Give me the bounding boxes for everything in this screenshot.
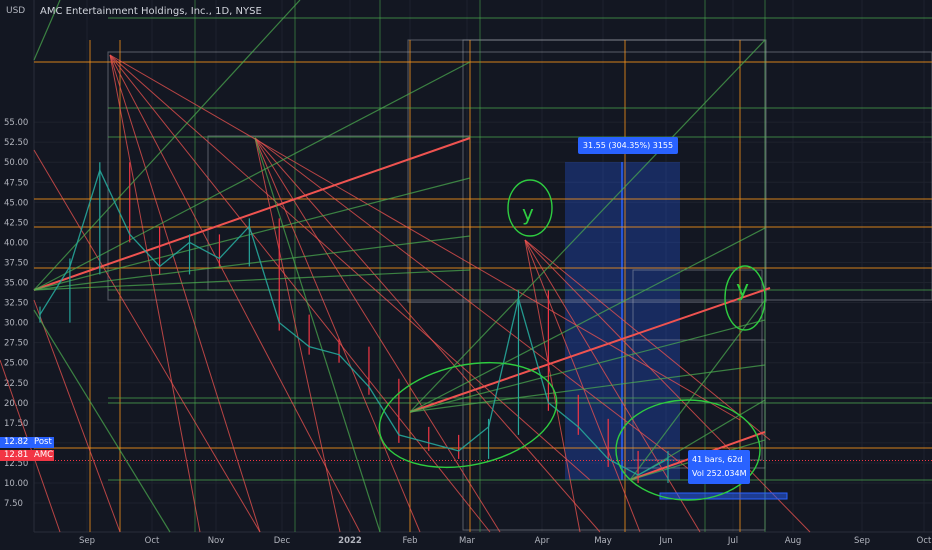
x-axis-tick-label: Nov [208,536,225,546]
y-axis-tick-label: 50.00 [4,158,28,168]
x-axis-tick-label: Aug [785,536,802,546]
y-axis-tick-label: 30.00 [4,319,28,329]
post-price-value: 12.82 [4,437,29,447]
price-chart[interactable]: 7.5010.0012.5015.0017.5020.0022.5025.002… [0,0,932,550]
x-axis-tick-label: Oct [917,536,932,546]
handwritten-letter: y [522,201,534,225]
y-axis-tick-label: 55.00 [4,118,28,128]
trend-line [33,149,261,533]
x-axis-tick-label: 2022 [338,536,362,546]
date-range-measure-label[interactable]: 41 bars, 62d Vol 252.034M [688,450,750,484]
x-axis-tick-label: May [594,536,612,546]
y-axis-tick-label: 25.00 [4,359,28,369]
x-axis-tick-label: Feb [402,536,417,546]
y-axis-tick-label: 10.00 [4,479,28,489]
y-axis-tick-label: 47.50 [4,178,28,188]
y-axis-tick-label: 52.50 [4,138,28,148]
x-axis-tick-label: Jul [727,536,738,546]
y-axis-tick-label: 40.00 [4,238,28,248]
y-axis-tick-label: 22.50 [4,379,28,389]
x-axis-tick-label: Oct [145,536,160,546]
post-price-label: Post [34,437,52,447]
trend-line [33,299,121,533]
fan-line [33,0,301,291]
symbol-title[interactable]: AMC Entertainment Holdings, Inc., 1D, NY… [40,6,262,17]
date-range-volume: Vol 252.034M [692,469,747,478]
last-price-value: 12.81 [4,450,29,460]
y-axis-tick-label: 17.50 [4,419,28,429]
x-axis-tick-label: Jun [658,536,672,546]
x-axis-tick-label: Apr [535,536,550,546]
last-price-label: AMC [34,450,54,460]
drawing-rectangle [207,135,471,291]
fan-line [254,137,381,533]
handwritten-letter: y [736,277,749,302]
y-axis-tick-label: 27.50 [4,339,28,349]
last-price-tag: 12.81 AMC [0,450,54,461]
y-axis-tick-label: 35.00 [4,279,28,289]
y-axis-tick-label: 32.50 [4,299,28,309]
y-axis-tick-label: 42.50 [4,218,28,228]
currency-label: USD [6,6,26,16]
y-axis-tick-label: 37.50 [4,258,28,268]
x-axis-tick-label: Sep [854,536,870,546]
y-axis-tick-label: 45.00 [4,198,28,208]
fan-line [33,309,171,533]
chart-area[interactable]: 7.5010.0012.5015.0017.5020.0022.5025.002… [0,0,932,550]
x-axis-tick-label: Sep [79,536,95,546]
x-axis-tick-label: Dec [274,536,291,546]
y-axis-tick-label: 7.50 [4,499,23,509]
x-axis-tick-label: Mar [459,536,476,546]
price-range-measure-label[interactable]: 31.55 (304.35%) 3155 [578,137,678,154]
post-price-tag: 12.82 Post [0,437,54,448]
date-range-bars: 41 bars, 62d [692,455,743,464]
